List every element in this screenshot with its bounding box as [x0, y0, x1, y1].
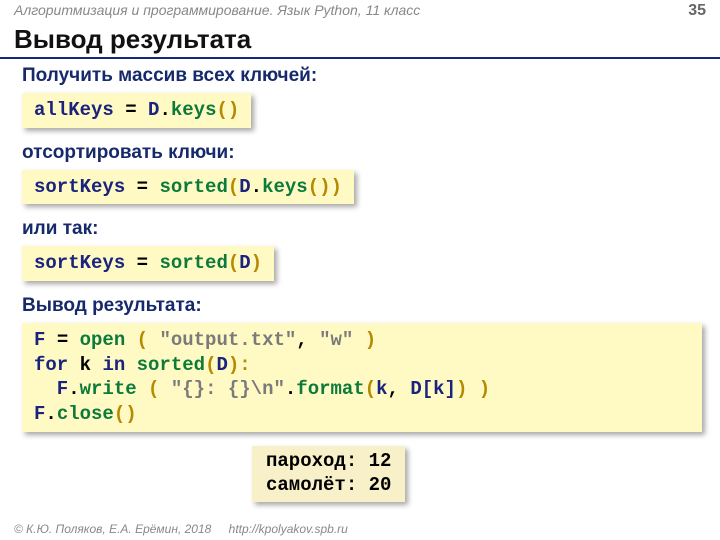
- tok: (: [228, 176, 239, 198]
- tok: F: [34, 403, 45, 425]
- tok: keys: [171, 99, 217, 121]
- tok: "output.txt": [159, 329, 296, 351]
- tok: ):: [228, 354, 251, 376]
- tok: sortKeys: [34, 176, 125, 198]
- tok: keys: [262, 176, 308, 198]
- section-sort-keys: отсортировать ключи:: [22, 142, 702, 164]
- tok: .: [285, 378, 296, 400]
- tok: (: [365, 378, 376, 400]
- slide-title: Вывод результата: [0, 20, 720, 59]
- tok: close: [57, 403, 114, 425]
- copyright: © К.Ю. Поляков, Е.А. Ерёмин, 2018: [14, 522, 211, 536]
- tok: D: [239, 252, 250, 274]
- tok: (: [148, 378, 159, 400]
- tok: sorted: [159, 176, 227, 198]
- tok: ,: [388, 378, 399, 400]
- section-output: Вывод результата:: [22, 295, 702, 317]
- code-sortkeys: sortKeys = sorted(D.keys()): [22, 170, 354, 205]
- tok: (: [228, 252, 239, 274]
- tok: k: [376, 378, 387, 400]
- tok: ): [456, 378, 467, 400]
- tok: (): [216, 99, 239, 121]
- code-sortkeys-short: sortKeys = sorted(D): [22, 246, 274, 281]
- tok: .: [251, 176, 262, 198]
- tok: (: [137, 329, 148, 351]
- footer-url: http://kpolyakov.spb.ru: [229, 522, 348, 536]
- tok: (): [114, 403, 137, 425]
- course-title: Алгоритмизация и программирование. Язык …: [14, 2, 420, 18]
- tok: D: [148, 99, 159, 121]
- section-get-keys: Получить массив всех ключей:: [22, 65, 702, 87]
- code-output-file: F = open ( "output.txt", "w" ) for k in …: [22, 323, 702, 432]
- page-number: 35: [688, 2, 706, 20]
- tok: ): [479, 378, 490, 400]
- tok: "w": [319, 329, 353, 351]
- output-line: пароход: 12: [266, 450, 391, 472]
- tok: (): [308, 176, 331, 198]
- tok: D: [239, 176, 250, 198]
- tok: sorted: [159, 252, 227, 274]
- slide-header: Алгоритмизация и программирование. Язык …: [0, 0, 720, 20]
- tok: =: [137, 252, 148, 274]
- tok: =: [137, 176, 148, 198]
- tok: sorted: [137, 354, 205, 376]
- section-or: или так:: [22, 218, 702, 240]
- tok: sortKeys: [34, 252, 125, 274]
- tok: F: [34, 378, 68, 400]
- tok: format: [296, 378, 364, 400]
- tok: ): [251, 252, 262, 274]
- output-line: самолёт: 20: [266, 474, 391, 496]
- tok: open: [80, 329, 126, 351]
- sample-output-box: пароход: 12 самолёт: 20: [252, 446, 405, 502]
- tok: =: [125, 99, 136, 121]
- tok: in: [102, 354, 125, 376]
- tok: (: [205, 354, 216, 376]
- tok: F: [34, 329, 45, 351]
- tok: .: [68, 378, 79, 400]
- tok: write: [80, 378, 137, 400]
- tok: .: [159, 99, 170, 121]
- tok: "{}: {}\n": [171, 378, 285, 400]
- tok: =: [57, 329, 68, 351]
- tok: D[k]: [410, 378, 456, 400]
- tok: D: [216, 354, 227, 376]
- tok: allKeys: [34, 99, 114, 121]
- slide-footer: © К.Ю. Поляков, Е.А. Ерёмин, 2018 http:/…: [14, 522, 348, 536]
- slide-content: Получить массив всех ключей: allKeys = D…: [0, 65, 720, 432]
- code-allkeys: allKeys = D.keys(): [22, 93, 251, 128]
- tok: ): [331, 176, 342, 198]
- tok: k: [80, 354, 91, 376]
- tok: for: [34, 354, 68, 376]
- tok: ): [365, 329, 376, 351]
- tok: .: [45, 403, 56, 425]
- tok: ,: [296, 329, 307, 351]
